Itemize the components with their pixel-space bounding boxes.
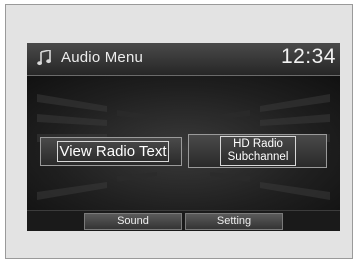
bottom-tab-bar: Sound Setting [27,210,340,231]
hd-radio-line1: HD Radio [233,138,283,150]
view-radio-text-label: View Radio Text [57,141,169,162]
tab-setting[interactable]: Setting [185,213,283,230]
page-title: Audio Menu [61,49,144,66]
hd-radio-line2: Subchannel [227,151,289,163]
hd-radio-subchannel-label: HD Radio Subchannel [220,136,296,166]
tab-sound[interactable]: Sound [84,213,182,230]
music-note-icon [37,50,51,66]
audio-screen: Audio Menu 12:34 View Radio Text HD Radi… [27,43,340,231]
hd-radio-subchannel-button[interactable]: HD Radio Subchannel [188,134,327,168]
clock-display: 12:34 [280,45,336,68]
header-bar: Audio Menu 12:34 [27,43,340,76]
view-radio-text-button[interactable]: View Radio Text [40,137,182,166]
